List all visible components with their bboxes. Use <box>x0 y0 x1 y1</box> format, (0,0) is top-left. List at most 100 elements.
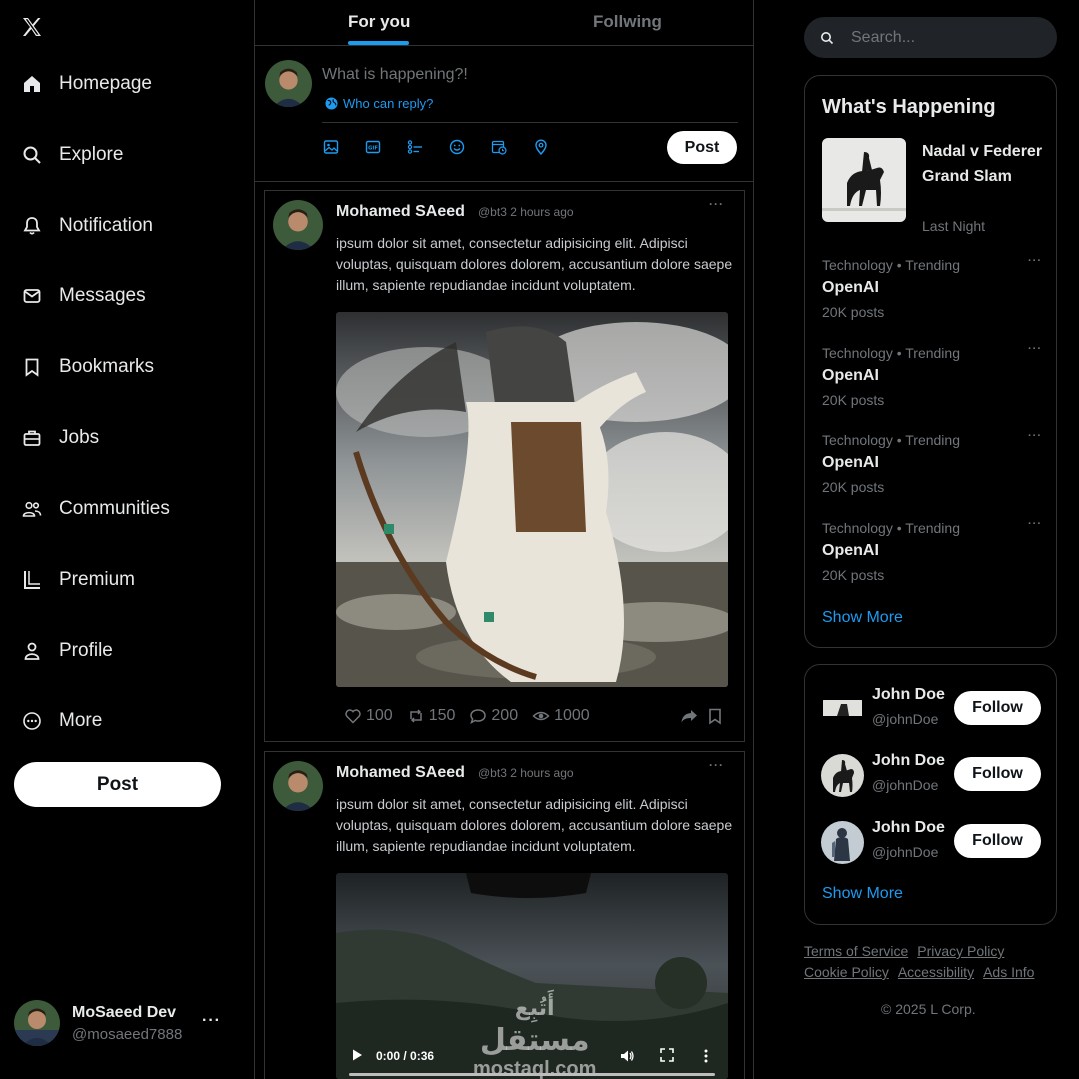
nav-item-premium[interactable]: Premium <box>22 560 135 600</box>
fullscreen-icon[interactable] <box>660 1048 674 1062</box>
nav-item-explore[interactable]: Explore <box>22 135 123 175</box>
bookmark-icon[interactable] <box>706 707 724 725</box>
tweet-composer: What is happening?! Who can reply? GIF P… <box>255 46 753 182</box>
nav-item-more[interactable]: More <box>22 701 102 741</box>
suggestion-name[interactable]: John Doe <box>872 686 945 704</box>
featured-title[interactable]: Nadal v Federer Grand Slam <box>922 139 1047 189</box>
avatar[interactable] <box>273 200 323 250</box>
tweet-author[interactable]: Mohamed SAeed <box>336 203 465 221</box>
emoji-icon[interactable] <box>449 139 465 155</box>
tab-following[interactable]: Follwing <box>593 12 662 32</box>
globe-icon <box>325 97 338 110</box>
tweet-author[interactable]: Mohamed SAeed <box>336 764 465 782</box>
trend-name: OpenAI <box>822 279 879 296</box>
video-controls: 0:00 / 0:36 <box>336 1033 728 1079</box>
avatar[interactable] <box>273 761 323 811</box>
trend-more-icon[interactable]: ··· <box>1028 518 1042 530</box>
premium-icon <box>22 570 42 590</box>
follow-button[interactable]: Follow <box>954 691 1041 725</box>
nav-item-notification[interactable]: Notification <box>22 206 153 246</box>
trend-item[interactable]: Technology • Trending OpenAI 20K posts ·… <box>822 430 1042 495</box>
nav-item-label: Bookmarks <box>59 356 155 377</box>
tweet[interactable]: Mohamed SAeed @bt3 2 hours ago ··· ipsum… <box>264 190 745 742</box>
show-more-follow-link[interactable]: Show More <box>822 885 903 903</box>
reply-settings[interactable]: Who can reply? <box>325 96 433 111</box>
trend-more-icon[interactable]: ··· <box>1028 343 1042 355</box>
nav-item-label: Communities <box>59 498 170 519</box>
privacy-link[interactable]: Privacy Policy <box>917 943 1004 959</box>
trend-count: 20K posts <box>822 392 885 408</box>
trend-count: 20K posts <box>822 479 885 495</box>
avatar[interactable] <box>821 754 864 797</box>
avatar <box>265 60 312 107</box>
trend-item[interactable]: Technology • Trending OpenAI 20K posts ·… <box>822 518 1042 583</box>
nav-item-label: Profile <box>59 640 113 661</box>
tweet-actions: 100 150 200 1000 <box>344 705 724 727</box>
post-button[interactable]: Post <box>14 762 221 807</box>
account-switcher[interactable]: MoSaeed Dev @mosaeed7888 ··· <box>14 998 239 1048</box>
cookie-link[interactable]: Cookie Policy <box>804 964 889 980</box>
tweet[interactable]: Mohamed SAeed @bt3 2 hours ago ··· ipsum… <box>264 751 745 1079</box>
location-icon[interactable] <box>533 139 549 155</box>
repost-button[interactable]: 150 <box>407 707 455 725</box>
like-count: 100 <box>366 707 393 724</box>
tweet-more-icon[interactable]: ··· <box>709 197 724 211</box>
video-progress-bar[interactable] <box>349 1073 715 1076</box>
trend-item[interactable]: Technology • Trending OpenAI 20K posts ·… <box>822 255 1042 320</box>
panel-title: What's Happening <box>822 96 996 118</box>
suggestion-name[interactable]: John Doe <box>872 752 945 770</box>
nav-item-profile[interactable]: Profile <box>22 631 113 671</box>
volume-icon[interactable] <box>619 1048 635 1064</box>
share-icon[interactable] <box>680 707 698 725</box>
tweet-image[interactable] <box>336 312 728 687</box>
heart-icon <box>345 709 361 724</box>
follow-button[interactable]: Follow <box>954 824 1041 858</box>
nav-item-homepage[interactable]: Homepage <box>22 64 152 104</box>
nav-item-label: Explore <box>59 144 124 165</box>
play-icon[interactable] <box>350 1048 364 1062</box>
show-more-trends-link[interactable]: Show More <box>822 609 903 627</box>
tab-for-you[interactable]: For you <box>348 12 410 32</box>
avatar[interactable] <box>821 821 864 864</box>
image-icon[interactable] <box>323 139 339 155</box>
terms-link[interactable]: Terms of Service <box>804 943 908 959</box>
follow-suggestion: John Doe @johnDoe Follow <box>821 747 1043 801</box>
avatar[interactable] <box>821 688 864 731</box>
ads-info-link[interactable]: Ads Info <box>983 964 1034 980</box>
compose-post-button[interactable]: Post <box>667 131 737 164</box>
nav-item-messages[interactable]: Messages <box>22 276 146 316</box>
search-icon <box>821 31 834 44</box>
nav-item-jobs[interactable]: Jobs <box>22 418 99 458</box>
tweet-more-icon[interactable]: ··· <box>709 758 724 772</box>
search-input[interactable]: Search... <box>804 17 1057 58</box>
eye-icon <box>532 711 550 721</box>
nav-item-bookmarks[interactable]: Bookmarks <box>22 347 154 387</box>
nav-item-communities[interactable]: Communities <box>22 489 170 529</box>
tweet-text: ipsum dolor sit amet, consectetur adipis… <box>336 796 733 854</box>
trend-item[interactable]: Technology • Trending OpenAI 20K posts ·… <box>822 343 1042 408</box>
featured-image[interactable] <box>822 138 906 222</box>
poll-icon[interactable] <box>407 139 423 155</box>
account-menu-icon[interactable]: ··· <box>202 1012 221 1030</box>
search-placeholder: Search... <box>851 28 916 46</box>
schedule-icon[interactable] <box>491 139 507 155</box>
divider <box>322 122 738 123</box>
accessibility-link[interactable]: Accessibility <box>898 964 974 980</box>
compose-input[interactable]: What is happening?! <box>322 66 468 84</box>
footer-links: Terms of Service Privacy Policy Cookie Po… <box>804 941 1064 983</box>
more-circle-icon <box>22 711 42 731</box>
tweet-video[interactable]: أَتُبِع مستقل mostaql.com 0:00 / 0:36 <box>336 873 728 1079</box>
suggestion-name[interactable]: John Doe <box>872 819 945 837</box>
trend-category: Technology • Trending <box>822 520 960 536</box>
like-button[interactable]: 100 <box>344 707 393 725</box>
views-button[interactable]: 1000 <box>532 707 590 725</box>
people-icon <box>22 499 42 519</box>
follow-button[interactable]: Follow <box>954 757 1041 791</box>
video-menu-icon[interactable] <box>699 1048 713 1064</box>
gif-icon[interactable]: GIF <box>365 139 381 155</box>
x-logo-icon[interactable] <box>20 15 44 39</box>
reply-settings-label: Who can reply? <box>343 96 434 111</box>
reply-button[interactable]: 200 <box>469 707 518 725</box>
trend-more-icon[interactable]: ··· <box>1028 255 1042 267</box>
trend-more-icon[interactable]: ··· <box>1028 430 1042 442</box>
